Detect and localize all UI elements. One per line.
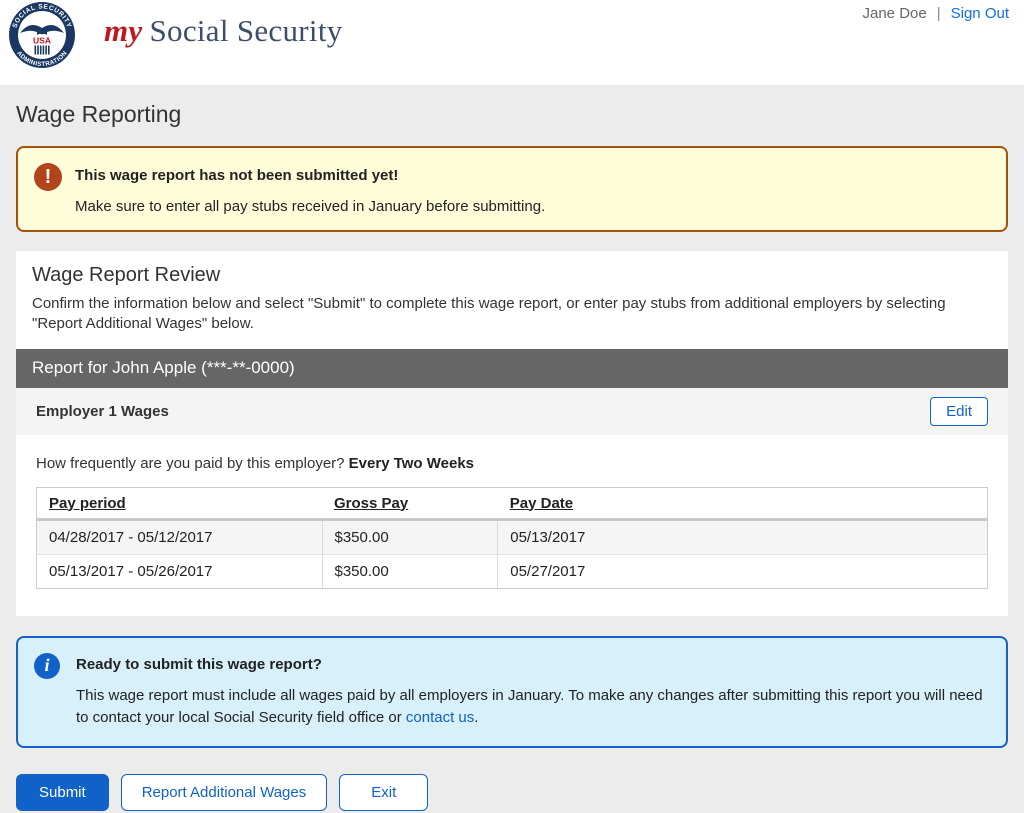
page-content: Wage Reporting ! This wage report has no… [0, 101, 1024, 811]
report-additional-wages-button[interactable]: Report Additional Wages [121, 774, 328, 811]
warning-body: Make sure to enter all pay stubs receive… [75, 198, 545, 215]
brand-wordmark: mySocial Security [104, 13, 343, 49]
warning-text: This wage report has not been submitted … [75, 160, 545, 215]
ready-to-submit-info-callout: i Ready to submit this wage report? This… [16, 636, 1008, 748]
table-row: 05/13/2017 - 05/26/2017 $350.00 05/27/20… [37, 554, 987, 588]
edit-button[interactable]: Edit [930, 397, 988, 426]
site-header: SOCIAL SECURITY ADMINISTRATION USA mySoc… [0, 0, 1024, 85]
page-title: Wage Reporting [16, 101, 1008, 128]
unsubmitted-warning-callout: ! This wage report has not been submitte… [16, 146, 1008, 232]
warning-exclamation-icon: ! [34, 163, 62, 191]
ssa-seal-logo: SOCIAL SECURITY ADMINISTRATION USA [9, 2, 75, 68]
col-header-pay-date: Pay Date [498, 488, 987, 520]
pay-frequency-answer: Every Two Weeks [349, 455, 474, 472]
card-head: Wage Report Review Confirm the informati… [16, 251, 1008, 335]
pay-frequency-line: How frequently are you paid by this empl… [16, 435, 1008, 472]
wage-report-review-card: Wage Report Review Confirm the informati… [16, 251, 1008, 616]
user-name: Jane Doe [863, 5, 927, 22]
pay-stub-table-wrapper: Pay period Gross Pay Pay Date 04/28/2017… [36, 487, 988, 589]
cell-gross-pay: $350.00 [322, 519, 498, 554]
contact-us-link[interactable]: contact us [406, 709, 474, 726]
employer-section-header: Employer 1 Wages Edit [16, 388, 1008, 435]
table-header-row: Pay period Gross Pay Pay Date [37, 488, 987, 520]
info-text: Ready to submit this wage report? This w… [76, 650, 990, 730]
user-area: Jane Doe | Sign Out [863, 5, 1010, 22]
cell-pay-period: 05/13/2017 - 05/26/2017 [37, 554, 322, 588]
brand-my: my [104, 13, 142, 48]
table-row: 04/28/2017 - 05/12/2017 $350.00 05/13/20… [37, 519, 987, 554]
employer-label: Employer 1 Wages [36, 403, 169, 420]
warning-title: This wage report has not been submitted … [75, 167, 545, 184]
cell-pay-date: 05/27/2017 [498, 554, 987, 588]
card-title: Wage Report Review [32, 264, 992, 287]
submit-button[interactable]: Submit [16, 774, 109, 811]
exit-button[interactable]: Exit [339, 774, 428, 811]
info-icon: i [34, 653, 60, 679]
info-body-period: . [474, 709, 478, 726]
card-description: Confirm the information below and select… [32, 294, 992, 335]
col-header-gross-pay: Gross Pay [322, 488, 498, 520]
info-body-text: This wage report must include all wages … [76, 687, 983, 727]
col-header-pay-period: Pay period [37, 488, 322, 520]
cell-pay-period: 04/28/2017 - 05/12/2017 [37, 519, 322, 554]
cell-pay-date: 05/13/2017 [498, 519, 987, 554]
report-for-banner: Report for John Apple (***-**-0000) [16, 349, 1008, 388]
cell-gross-pay: $350.00 [322, 554, 498, 588]
sign-out-link[interactable]: Sign Out [951, 5, 1009, 22]
brand-social-security: Social Security [149, 13, 342, 48]
pay-frequency-question: How frequently are you paid by this empl… [36, 455, 349, 472]
svg-text:USA: USA [33, 36, 51, 46]
info-body: This wage report must include all wages … [76, 685, 990, 730]
pay-stub-table: Pay period Gross Pay Pay Date 04/28/2017… [37, 488, 987, 588]
action-buttons: Submit Report Additional Wages Exit [16, 774, 1008, 811]
separator: | [937, 5, 941, 22]
info-title: Ready to submit this wage report? [76, 656, 990, 673]
